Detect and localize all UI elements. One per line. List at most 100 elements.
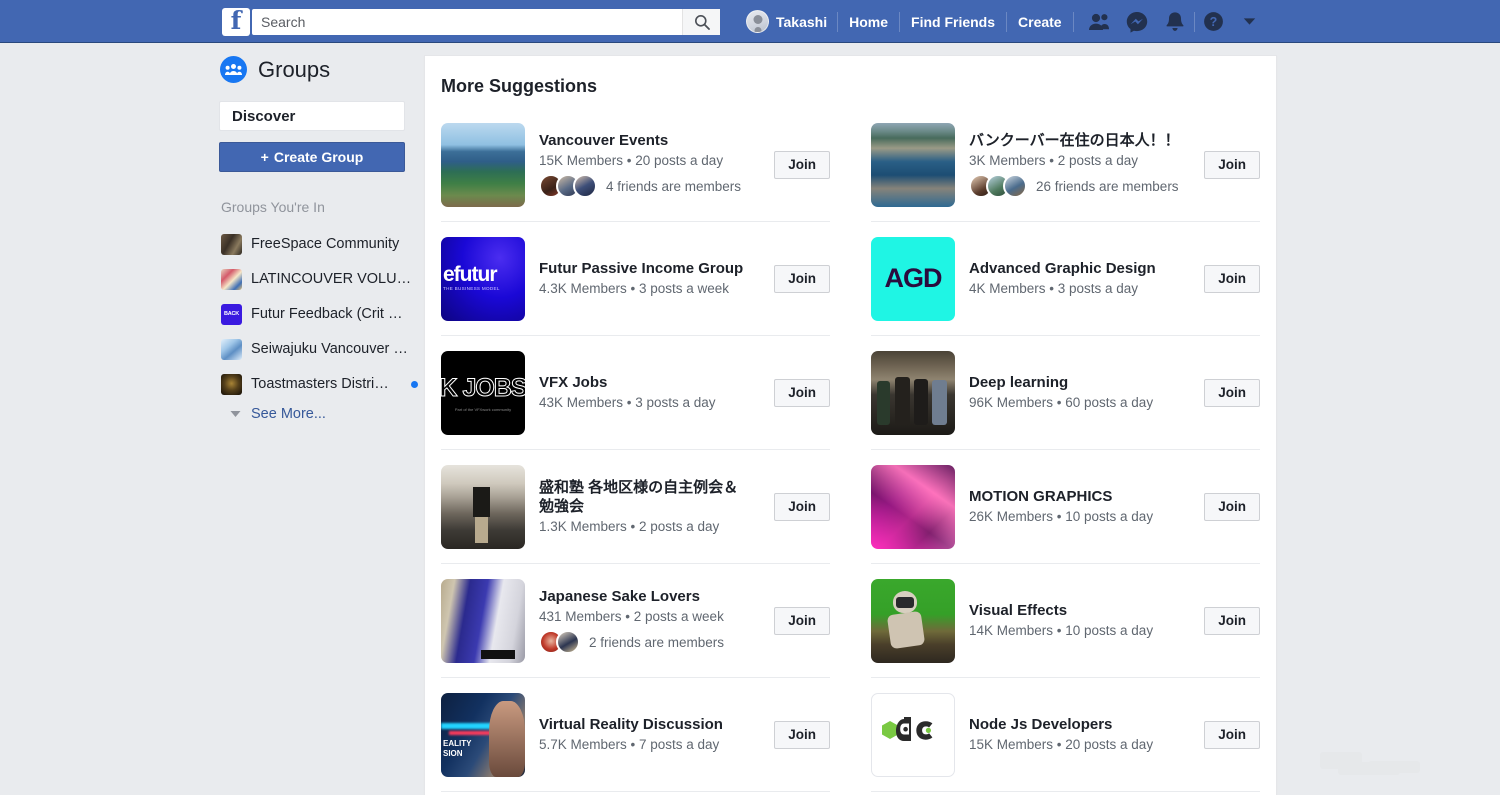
nav-link-home[interactable]: Home xyxy=(838,8,899,36)
messenger-button[interactable] xyxy=(1118,8,1156,36)
group-suggestion-row[interactable]: Vancouver Events 15K Members • 20 posts … xyxy=(441,108,830,222)
messenger-icon xyxy=(1126,11,1147,33)
group-cover-thumbnail[interactable]: AGD xyxy=(871,236,955,321)
group-name[interactable]: Node Js Developers xyxy=(969,715,1190,734)
join-button[interactable]: Join xyxy=(1204,264,1260,293)
group-info: Vancouver Events 15K Members • 20 posts … xyxy=(539,131,760,198)
group-name[interactable]: Virtual Reality Discussion xyxy=(539,715,760,734)
group-name[interactable]: 盛和塾 各地区様の自主例会＆勉強会 xyxy=(539,478,751,516)
group-cover-thumbnail[interactable] xyxy=(871,692,955,777)
friends-line: 4 friends are members xyxy=(539,174,760,198)
join-button[interactable]: Join xyxy=(1204,606,1260,635)
friend-requests-icon xyxy=(1088,13,1109,30)
sidebar-group-toastmasters-district[interactable]: Toastmasters Distri… xyxy=(219,369,424,399)
group-suggestion-row[interactable]: Node Js Developers 15K Members • 20 post… xyxy=(871,678,1260,792)
group-thumbnail xyxy=(221,338,242,360)
notifications-button[interactable] xyxy=(1156,8,1194,36)
search-input[interactable] xyxy=(252,10,682,34)
join-button[interactable]: Join xyxy=(774,150,830,179)
sidebar-group-futur-feedback[interactable]: BACK Futur Feedback (Crit … xyxy=(219,299,424,329)
group-cover-thumbnail[interactable] xyxy=(871,350,955,435)
group-suggestion-row[interactable]: Deep learning 96K Members • 60 posts a d… xyxy=(871,336,1260,450)
group-meta: 1.3K Members • 2 posts a day xyxy=(539,518,720,534)
group-suggestion-row[interactable]: efutur THE BUSINESS MODEL Futur Passive … xyxy=(441,222,830,336)
group-name[interactable]: Visual Effects xyxy=(969,601,1190,620)
group-name[interactable]: MOTION GRAPHICS xyxy=(969,487,1190,506)
sidebar-group-latincouver-volunteers[interactable]: LATINCOUVER VOLU… xyxy=(219,264,424,294)
join-button[interactable]: Join xyxy=(774,606,830,635)
group-suggestion-row[interactable]: AGD Advanced Graphic Design 4K Members •… xyxy=(871,222,1260,336)
account-menu-button[interactable] xyxy=(1237,8,1263,36)
see-more-button[interactable]: See More... xyxy=(219,406,424,422)
sidebar-group-freespace-community[interactable]: FreeSpace Community xyxy=(219,229,424,259)
group-name[interactable]: Vancouver Events xyxy=(539,131,760,150)
group-cover-thumbnail[interactable]: EALITY SION xyxy=(441,692,525,777)
group-name[interactable]: Futur Passive Income Group xyxy=(539,259,760,278)
group-name[interactable]: Advanced Graphic Design xyxy=(969,259,1190,278)
friend-avatar xyxy=(573,174,597,198)
nav-profile-name: Takashi xyxy=(776,13,828,30)
group-cover-thumbnail[interactable] xyxy=(871,578,955,663)
join-button[interactable]: Join xyxy=(774,264,830,293)
group-cover-thumbnail[interactable] xyxy=(441,122,525,207)
see-more-label: See More... xyxy=(251,406,326,422)
group-suggestion-row[interactable]: Visual Effects 14K Members • 10 posts a … xyxy=(871,564,1260,678)
notifications-icon xyxy=(1166,11,1184,31)
help-button[interactable]: ? xyxy=(1195,8,1233,36)
join-button[interactable]: Join xyxy=(1204,720,1260,749)
friend-requests-button[interactable] xyxy=(1080,8,1118,36)
group-cover-thumbnail[interactable]: K JOBS Part of the VFXwork community xyxy=(441,350,525,435)
group-suggestion-row[interactable]: MOTION GRAPHICS 26K Members • 10 posts a… xyxy=(871,450,1260,564)
group-cover-thumbnail[interactable] xyxy=(871,122,955,207)
group-cover-thumbnail[interactable] xyxy=(871,464,955,549)
plus-icon: + xyxy=(260,149,269,165)
join-button[interactable]: Join xyxy=(1204,378,1260,407)
group-cover-thumbnail[interactable] xyxy=(441,464,525,549)
nav-profile-link[interactable]: Takashi xyxy=(736,8,837,36)
group-name[interactable]: Deep learning xyxy=(969,373,1190,392)
group-meta: 26K Members • 10 posts a day xyxy=(969,509,1154,524)
group-info: Deep learning 96K Members • 60 posts a d… xyxy=(969,373,1190,412)
group-cover-thumbnail[interactable] xyxy=(441,578,525,663)
group-cover-thumbnail[interactable]: efutur THE BUSINESS MODEL xyxy=(441,236,525,321)
nav-link-find-friends[interactable]: Find Friends xyxy=(900,8,1006,36)
group-name[interactable]: バンクーバー在住の日本人！！ xyxy=(969,131,1190,150)
create-group-button[interactable]: + Create Group xyxy=(219,142,405,172)
group-thumbnail: BACK xyxy=(221,303,242,325)
suggestions-grid: Vancouver Events 15K Members • 20 posts … xyxy=(425,108,1276,792)
friends-count-text: 26 friends are members xyxy=(1036,178,1179,194)
join-button[interactable]: Join xyxy=(774,492,830,521)
join-button[interactable]: Join xyxy=(774,720,830,749)
group-thumbnail xyxy=(221,233,242,255)
join-button[interactable]: Join xyxy=(1204,492,1260,521)
group-name[interactable]: VFX Jobs xyxy=(539,373,760,392)
group-info: バンクーバー在住の日本人！！ 3K Members • 2 posts a da… xyxy=(969,131,1190,198)
group-meta: 3K Members • 2 posts a day xyxy=(969,153,1139,168)
group-meta: 14K Members • 10 posts a day xyxy=(969,623,1154,638)
group-meta: 43K Members • 3 posts a day xyxy=(539,395,716,410)
group-suggestion-row[interactable]: バンクーバー在住の日本人！！ 3K Members • 2 posts a da… xyxy=(871,108,1260,222)
join-button[interactable]: Join xyxy=(1204,150,1260,179)
facebook-logo-icon[interactable]: f xyxy=(222,8,250,36)
search-bar[interactable] xyxy=(252,9,720,35)
group-suggestion-row[interactable]: K JOBS Part of the VFXwork community VFX… xyxy=(441,336,830,450)
sidebar-item-discover[interactable]: Discover xyxy=(219,101,405,131)
more-suggestions-card: More Suggestions Vancouver Events 15K Me… xyxy=(424,55,1277,795)
group-suggestion-row[interactable]: 盛和塾 各地区様の自主例会＆勉強会 1.3K Members • 2 posts… xyxy=(441,450,830,564)
search-icon xyxy=(694,15,710,30)
groups-icon xyxy=(220,56,247,83)
create-group-label: Create Group xyxy=(273,149,364,165)
svg-text:?: ? xyxy=(1210,15,1218,29)
unread-indicator-dot xyxy=(411,380,418,388)
join-button[interactable]: Join xyxy=(774,378,830,407)
friends-count-text: 4 friends are members xyxy=(606,178,742,194)
group-name[interactable]: Japanese Sake Lovers xyxy=(539,587,760,606)
nav-link-create[interactable]: Create xyxy=(1007,8,1073,36)
group-info: Futur Passive Income Group 4.3K Members … xyxy=(539,259,760,298)
sidebar-group-seiwajuku-vancouver[interactable]: Seiwajuku Vancouver … xyxy=(219,334,424,364)
group-suggestion-row[interactable]: Japanese Sake Lovers 431 Members • 2 pos… xyxy=(441,564,830,678)
nav-icon-group: ? xyxy=(1080,8,1263,36)
search-button[interactable] xyxy=(682,9,720,35)
page-title: Groups xyxy=(258,56,331,82)
group-suggestion-row[interactable]: EALITY SION Virtual Reality Discussion 5.… xyxy=(441,678,830,792)
